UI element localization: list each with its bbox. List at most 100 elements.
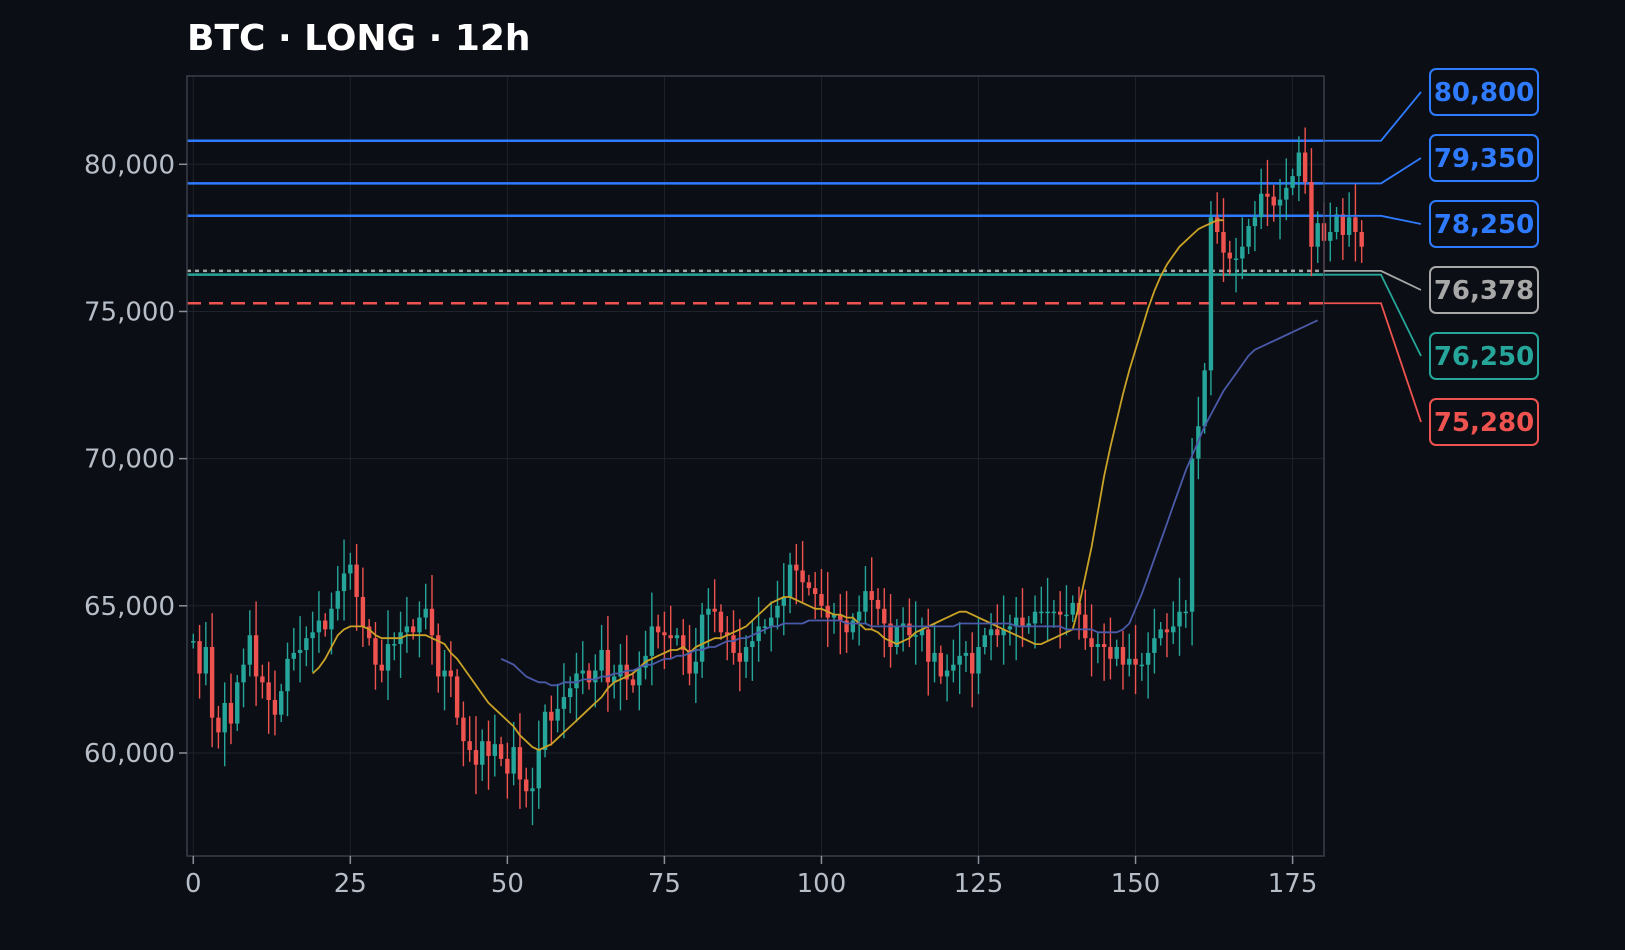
x-tick-label: 0: [185, 869, 202, 899]
candle-body: [517, 747, 523, 780]
plot-frame: [186, 75, 1325, 857]
candle: [373, 622, 378, 690]
candle: [838, 594, 843, 655]
candle-body: [1164, 629, 1170, 633]
candle-body: [505, 758, 510, 774]
candle-body: [536, 750, 541, 789]
candle-body: [951, 664, 956, 671]
candle-body: [191, 641, 196, 643]
candle-body: [1189, 458, 1195, 612]
candle-body: [379, 664, 384, 671]
candle-body: [662, 632, 667, 636]
candle-body: [310, 632, 315, 639]
price-level-leader: [1324, 302, 1422, 423]
candle: [1246, 218, 1251, 255]
candle: [976, 617, 981, 695]
candle: [348, 552, 353, 590]
candle: [561, 663, 567, 739]
candle-body: [1315, 223, 1320, 247]
candle: [291, 627, 296, 671]
candle: [938, 645, 944, 684]
candle-body: [410, 626, 416, 633]
x-tick-label: 175: [1268, 869, 1318, 899]
price-level-label: 80,800: [1434, 78, 1534, 108]
candle: [743, 635, 749, 678]
candle: [888, 594, 893, 668]
candle-body: [197, 641, 202, 674]
candle-body: [1202, 370, 1207, 427]
candle: [1057, 591, 1063, 649]
candle: [191, 633, 196, 649]
candle: [517, 713, 523, 809]
candle-body: [1039, 611, 1044, 614]
candle-body: [706, 608, 711, 615]
candle: [323, 613, 328, 637]
candle: [1007, 614, 1013, 646]
candle-body: [492, 744, 498, 756]
candle: [442, 649, 447, 711]
candle-body: [473, 750, 479, 765]
candle-body: [737, 652, 742, 662]
candle: [856, 595, 862, 646]
candle-body: [1032, 611, 1038, 624]
candle: [228, 673, 234, 745]
candle: [241, 648, 246, 708]
candle: [524, 767, 529, 808]
candle: [379, 639, 384, 683]
candle-body: [630, 679, 636, 686]
candle-body: [995, 629, 1000, 636]
candle: [1026, 616, 1031, 634]
candle-body: [655, 626, 661, 633]
candle-body: [1359, 232, 1364, 247]
candle-body: [1064, 614, 1069, 617]
candle: [454, 669, 460, 726]
candle-body: [926, 629, 931, 662]
candle: [637, 651, 642, 711]
candle-body: [341, 573, 347, 592]
candle-body: [304, 638, 309, 650]
candle-body: [354, 564, 359, 597]
candle: [988, 613, 994, 661]
candle-body: [988, 629, 994, 636]
candle-body: [1277, 199, 1283, 206]
candle-body: [297, 649, 303, 653]
candle: [1252, 201, 1258, 252]
candle-body: [976, 647, 981, 674]
candle-body: [279, 691, 284, 715]
candle-body: [385, 644, 391, 671]
price-level-label: 76,378: [1434, 276, 1534, 306]
candle-body: [712, 608, 717, 612]
candle: [555, 683, 560, 733]
candle-body: [800, 570, 805, 583]
candle-body: [1020, 617, 1025, 627]
candle-body: [1127, 658, 1132, 665]
candle-body: [209, 647, 215, 718]
candle: [926, 608, 931, 696]
candle: [1284, 158, 1289, 221]
candle-body: [1233, 258, 1239, 260]
candle-body: [869, 591, 874, 600]
candle: [304, 626, 309, 667]
candle-body: [1284, 187, 1289, 200]
candle: [1227, 240, 1232, 275]
candle: [253, 601, 259, 706]
candle: [1139, 652, 1145, 681]
candle: [944, 654, 950, 702]
candles: [191, 127, 1364, 826]
candle: [266, 661, 271, 734]
candle: [549, 695, 554, 746]
candle-body: [291, 652, 296, 659]
candle-body: [1340, 214, 1346, 235]
moving-average-fast-line: [311, 219, 1224, 751]
x-tick-label: 25: [334, 869, 367, 899]
candle: [461, 701, 466, 767]
candle-body: [1051, 611, 1057, 614]
candle: [605, 616, 611, 712]
candle-body: [599, 649, 604, 671]
candle-body: [1265, 193, 1270, 197]
candle: [1315, 211, 1320, 263]
candle: [1045, 577, 1050, 642]
candle: [423, 583, 428, 630]
candle: [1089, 604, 1094, 677]
candle: [505, 742, 510, 799]
